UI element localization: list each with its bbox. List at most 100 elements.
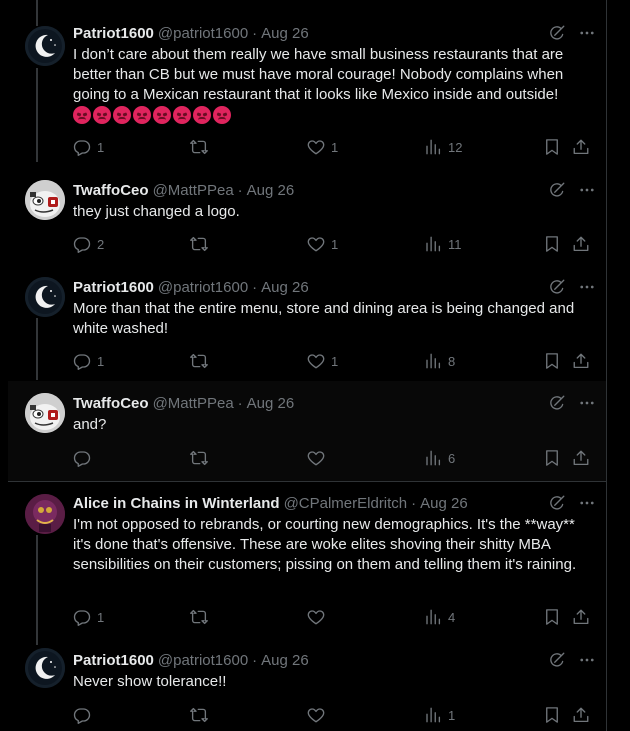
display-name[interactable]: Patriot1600: [73, 279, 154, 296]
handle[interactable]: @patriot1600: [158, 652, 248, 669]
like-button[interactable]: 1: [307, 137, 338, 157]
tweet-header: Alice in Chains in Winterland @CPalmerEl…: [73, 493, 606, 513]
display-name[interactable]: TwaffoCeo: [73, 395, 149, 412]
bookmark-button[interactable]: [543, 137, 561, 157]
grok-icon[interactable]: [548, 651, 566, 669]
separator-dot: ·: [252, 651, 258, 669]
more-icon[interactable]: [578, 651, 596, 669]
share-button[interactable]: [572, 448, 590, 468]
timestamp[interactable]: Aug 26: [247, 395, 295, 412]
like-button[interactable]: [307, 705, 331, 725]
share-button[interactable]: [572, 137, 590, 157]
action-bar: 1: [73, 705, 606, 725]
reply-button[interactable]: 1: [73, 607, 104, 627]
views-button[interactable]: 11: [424, 234, 462, 254]
more-icon[interactable]: [578, 24, 596, 42]
handle[interactable]: @MattPPea: [153, 182, 234, 199]
retweet-button[interactable]: [190, 234, 214, 254]
share-icon: [572, 352, 590, 370]
timestamp[interactable]: Aug 26: [261, 652, 309, 669]
avatar[interactable]: [25, 180, 65, 220]
bookmark-button[interactable]: [543, 448, 561, 468]
avatar[interactable]: [25, 648, 65, 688]
reply-button[interactable]: 1: [73, 351, 104, 371]
reply-button[interactable]: [73, 705, 97, 725]
more-icon[interactable]: [578, 278, 596, 296]
retweet-icon: [190, 449, 208, 467]
like-button[interactable]: [307, 607, 331, 627]
timestamp[interactable]: Aug 26: [247, 182, 295, 199]
timestamp[interactable]: Aug 26: [261, 25, 309, 42]
retweet-button[interactable]: [190, 705, 214, 725]
view-count: 6: [448, 450, 456, 466]
avatar[interactable]: [25, 393, 65, 433]
grok-icon[interactable]: [548, 24, 566, 42]
bookmark-icon: [543, 706, 561, 724]
grok-icon[interactable]: [548, 494, 566, 512]
like-button[interactable]: 1: [307, 351, 338, 371]
view-count: 11: [448, 236, 462, 252]
bookmark-button[interactable]: [543, 351, 561, 371]
views-button[interactable]: 8: [424, 351, 455, 371]
reply-count: 1: [97, 609, 105, 625]
tweet[interactable]: Patriot1600 @patriot1600 · Aug 26 More t…: [8, 264, 606, 381]
like-count: 1: [331, 236, 339, 252]
handle[interactable]: @patriot1600: [158, 25, 248, 42]
tweet[interactable]: TwaffoCeo @MattPPea · Aug 26 and? 6: [8, 381, 606, 481]
reply-button[interactable]: [73, 448, 97, 468]
views-button[interactable]: 4: [424, 607, 455, 627]
retweet-icon: [190, 235, 208, 253]
like-button[interactable]: [307, 448, 331, 468]
retweet-button[interactable]: [190, 607, 214, 627]
retweet-button[interactable]: [190, 351, 214, 371]
angry-face-emoji: [113, 106, 131, 124]
like-count: 1: [331, 353, 339, 369]
share-button[interactable]: [572, 607, 590, 627]
more-icon[interactable]: [578, 494, 596, 512]
handle[interactable]: @MattPPea: [153, 395, 234, 412]
display-name[interactable]: Patriot1600: [73, 652, 154, 669]
tweet[interactable]: Alice in Chains in Winterland @CPalmerEl…: [8, 482, 606, 638]
share-button[interactable]: [572, 351, 590, 371]
tweet-header: Patriot1600 @patriot1600 · Aug 26: [73, 23, 606, 43]
like-button[interactable]: 1: [307, 234, 338, 254]
share-button[interactable]: [572, 234, 590, 254]
more-icon[interactable]: [578, 181, 596, 199]
grok-icon[interactable]: [548, 181, 566, 199]
handle[interactable]: @CPalmerEldritch: [284, 495, 408, 512]
bookmark-button[interactable]: [543, 607, 561, 627]
timestamp[interactable]: Aug 26: [261, 279, 309, 296]
views-button[interactable]: 6: [424, 448, 455, 468]
display-name[interactable]: TwaffoCeo: [73, 182, 149, 199]
retweet-button[interactable]: [190, 137, 214, 157]
action-bar: 2 1 11: [73, 234, 606, 254]
views-icon: [424, 352, 442, 370]
avatar[interactable]: [25, 277, 65, 317]
bookmark-button[interactable]: [543, 705, 561, 725]
tweet[interactable]: Patriot1600 @patriot1600 · Aug 26 Never …: [8, 638, 606, 731]
handle[interactable]: @patriot1600: [158, 279, 248, 296]
reply-button[interactable]: 1: [73, 137, 104, 157]
retweet-button[interactable]: [190, 448, 214, 468]
tweet-text: I'm not opposed to rebrands, or courting…: [73, 516, 577, 573]
tweet[interactable]: TwaffoCeo @MattPPea · Aug 26 they just c…: [8, 164, 606, 264]
tweet[interactable]: Patriot1600 @patriot1600 · Aug 26 I don’…: [8, 0, 606, 164]
tweet-header: Patriot1600 @patriot1600 · Aug 26: [73, 650, 606, 670]
avatar[interactable]: [25, 494, 65, 534]
grok-icon[interactable]: [548, 394, 566, 412]
avatar[interactable]: [25, 26, 65, 66]
views-button[interactable]: 1: [424, 705, 455, 725]
views-button[interactable]: 12: [424, 137, 462, 157]
angry-face-emoji: [173, 106, 191, 124]
tweet-header: TwaffoCeo @MattPPea · Aug 26: [73, 180, 606, 200]
more-icon[interactable]: [578, 394, 596, 412]
timestamp[interactable]: Aug 26: [420, 495, 468, 512]
bookmark-icon: [543, 235, 561, 253]
display-name[interactable]: Patriot1600: [73, 25, 154, 42]
grok-icon[interactable]: [548, 278, 566, 296]
reply-button[interactable]: 2: [73, 234, 104, 254]
display-name[interactable]: Alice in Chains in Winterland: [73, 495, 280, 512]
bookmark-button[interactable]: [543, 234, 561, 254]
share-button[interactable]: [572, 705, 590, 725]
action-bar: 6: [73, 448, 606, 468]
